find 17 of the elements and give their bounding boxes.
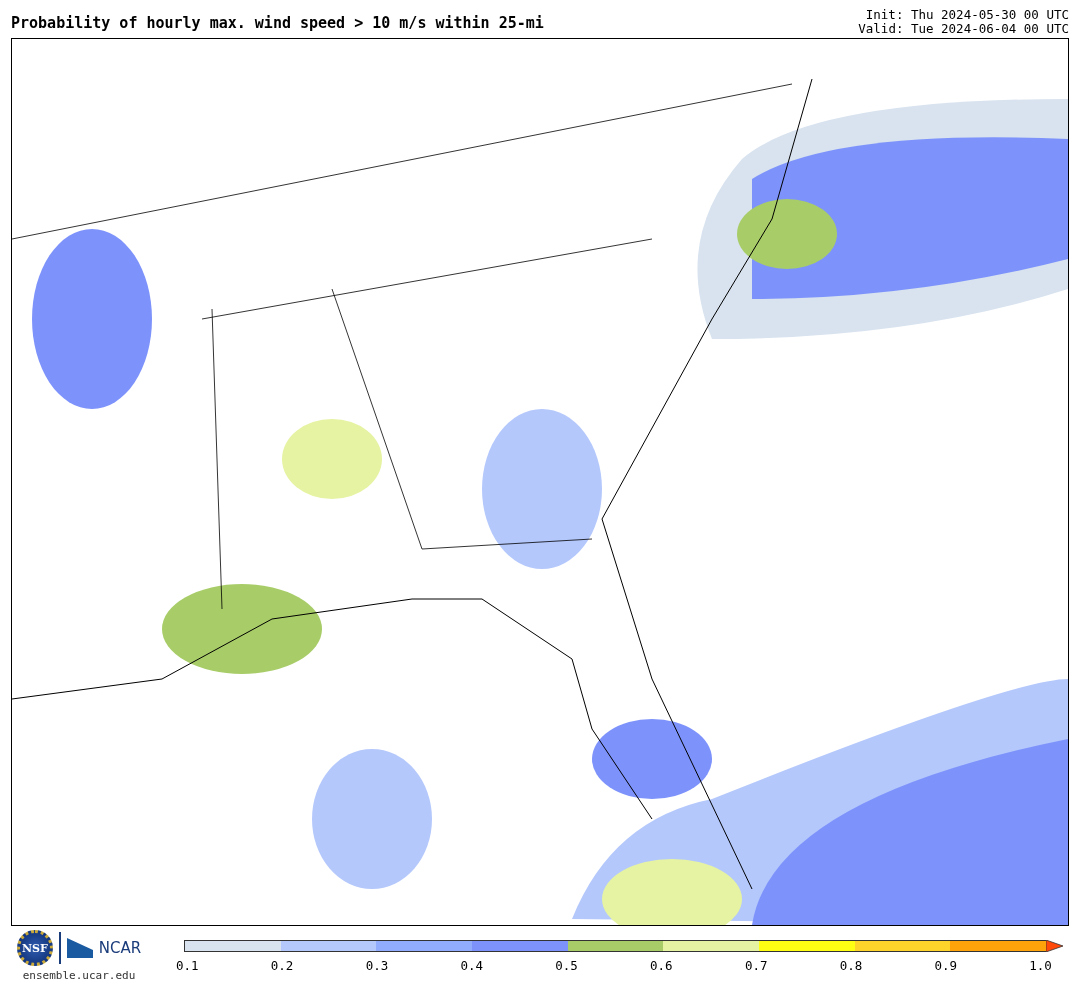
init-time: Init: Thu 2024-05-30 00 UTC [864, 8, 1069, 22]
ncar-mark-icon [66, 938, 93, 958]
valid-time: Valid: Tue 2024-06-04 00 UTC [858, 22, 1069, 36]
tick-label: 0.2 [270, 957, 294, 975]
tick-label: 1.0 [1029, 957, 1052, 975]
site-url: ensemble.ucar.edu [22, 968, 136, 984]
tick-label: 0.4 [460, 957, 483, 975]
nsf-logo: NSF [16, 930, 53, 966]
chart-title: Probability of hourly max. wind speed > 10 m/s within 25-mi [11, 12, 544, 34]
tick-label: 0.6 [650, 957, 673, 975]
tick-label: 0.9 [934, 957, 958, 975]
tick-label: 0.8 [839, 957, 863, 975]
tick-label: 0.5 [555, 957, 578, 975]
tick-label: 0.7 [744, 957, 768, 975]
ncar-logo: NCAR [98, 939, 142, 957]
tick-label: 0.3 [365, 957, 389, 975]
tick-label: 0.1 [176, 957, 199, 975]
